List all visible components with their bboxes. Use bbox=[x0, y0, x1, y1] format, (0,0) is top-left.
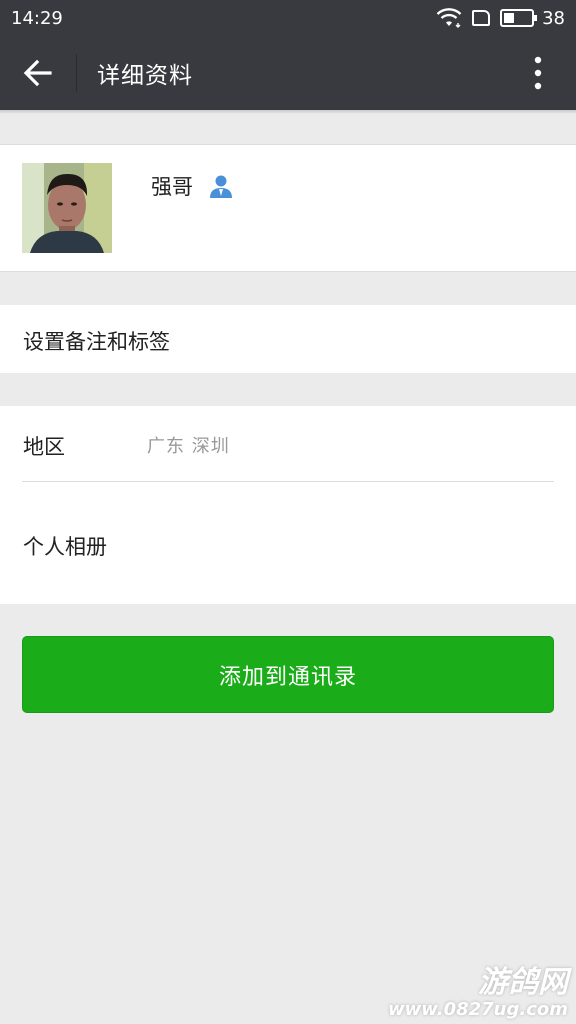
album-row[interactable]: 个人相册 bbox=[0, 482, 576, 604]
watermark-title: 游鸽网 bbox=[478, 965, 568, 1000]
status-time: 14:29 bbox=[11, 7, 63, 29]
battery-fill bbox=[504, 13, 514, 23]
app-bar-divider bbox=[76, 54, 77, 92]
status-icons: 38 bbox=[436, 8, 565, 29]
battery-level: 38 bbox=[542, 7, 565, 29]
add-to-contacts-button[interactable]: 添加到通讯录 bbox=[22, 636, 554, 713]
watermark: 游鸽网 www.0827ug.com bbox=[388, 965, 568, 1021]
arrow-left-icon bbox=[23, 59, 52, 87]
region-value: 广东 深圳 bbox=[147, 436, 230, 457]
region-label: 地区 bbox=[23, 435, 65, 459]
battery-icon bbox=[500, 9, 538, 27]
battery-indicator: 38 bbox=[500, 8, 565, 29]
status-bar: 14:29 38 bbox=[0, 0, 576, 36]
avatar-photo bbox=[22, 163, 112, 253]
set-remark-row[interactable]: 设置备注和标签 bbox=[0, 305, 576, 373]
watermark-url: www.0827ug.com bbox=[388, 999, 568, 1020]
info-card: 地区 广东 深圳 个人相册 bbox=[0, 406, 576, 604]
wifi-icon bbox=[436, 8, 462, 28]
more-options-button[interactable] bbox=[500, 36, 576, 110]
avatar[interactable] bbox=[22, 163, 112, 253]
set-remark-label: 设置备注和标签 bbox=[23, 330, 170, 354]
page-title: 详细资料 bbox=[97, 63, 193, 89]
profile-name: 强哥 bbox=[151, 175, 193, 199]
header-shadow bbox=[0, 110, 576, 114]
sim-icon bbox=[472, 10, 491, 26]
back-button[interactable] bbox=[0, 36, 76, 110]
profile-card: 强哥 bbox=[0, 144, 576, 272]
more-vertical-icon bbox=[534, 56, 542, 90]
app-bar: 详细资料 bbox=[0, 36, 576, 110]
person-icon bbox=[210, 175, 232, 198]
album-label: 个人相册 bbox=[23, 535, 107, 559]
